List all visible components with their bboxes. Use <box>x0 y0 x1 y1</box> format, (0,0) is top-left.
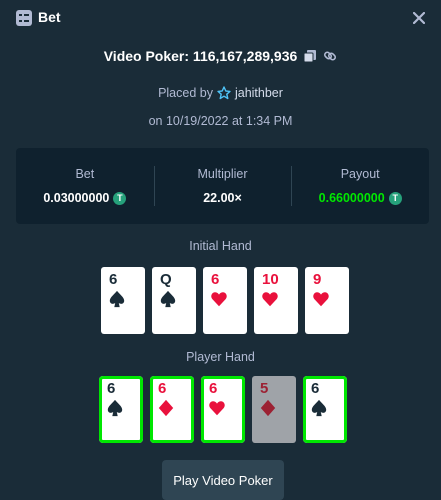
card-rank: 9 <box>313 271 322 288</box>
player-hand-label: Player Hand <box>186 350 255 364</box>
bet-stats-panel: Bet 0.03000000 T Multiplier 22.00× Payou… <box>16 148 429 224</box>
payout-value-row: 0.66000000 T <box>319 191 402 205</box>
heart-suit-icon <box>210 290 228 308</box>
spade-suit-icon <box>159 290 177 308</box>
card-rank: 6 <box>209 380 218 397</box>
playing-card: Q <box>152 267 196 334</box>
playing-card: 5 <box>252 376 296 443</box>
playing-card: 6 <box>303 376 347 443</box>
close-icon[interactable] <box>409 8 429 28</box>
modal-title: Bet <box>38 9 61 25</box>
playing-card: 6 <box>203 267 247 334</box>
stat-multiplier: Multiplier 22.00× <box>153 148 292 224</box>
play-video-poker-button[interactable]: Play Video Poker <box>162 460 284 500</box>
playing-card: 6 <box>201 376 245 443</box>
bet-value: 0.03000000 <box>43 191 110 205</box>
stat-payout: Payout 0.66000000 T <box>291 148 429 224</box>
diamond-suit-icon <box>259 399 277 417</box>
playing-card: 9 <box>305 267 349 334</box>
game-id-line: Video Poker: 116,167,289,936 <box>0 48 441 64</box>
bet-label: Bet <box>75 167 95 181</box>
multiplier-value: 22.00× <box>203 191 242 205</box>
spade-suit-icon <box>310 399 328 417</box>
tether-coin-icon: T <box>388 191 402 205</box>
tether-coin-icon: T <box>113 191 127 205</box>
card-rank: 5 <box>260 380 269 397</box>
copy-icon[interactable] <box>303 49 317 63</box>
playing-card: 6 <box>150 376 194 443</box>
card-rank: 6 <box>107 380 116 397</box>
link-icon[interactable] <box>323 49 337 63</box>
heart-suit-icon <box>208 399 226 417</box>
modal-header: Bet <box>0 0 441 36</box>
bet-list-icon <box>16 10 32 26</box>
star-badge-icon <box>217 86 231 100</box>
payout-value: 0.66000000 <box>318 191 385 205</box>
card-rank: 6 <box>311 380 320 397</box>
stat-bet: Bet 0.03000000 T <box>16 148 154 224</box>
multiplier-label: Multiplier <box>197 167 248 181</box>
heart-suit-icon <box>312 290 330 308</box>
playing-card: 6 <box>99 376 143 443</box>
playing-card: 6 <box>101 267 145 334</box>
bet-date: on 10/19/2022 at 1:34 PM <box>148 114 293 128</box>
heart-suit-icon <box>261 290 279 308</box>
diamond-suit-icon <box>157 399 175 417</box>
game-id-title: Video Poker: 116,167,289,936 <box>103 48 298 64</box>
card-rank: 6 <box>109 271 118 288</box>
playing-card: 10 <box>254 267 298 334</box>
username-link[interactable]: jahithber <box>235 86 283 100</box>
card-rank: 6 <box>158 380 167 397</box>
placed-by-label: Placed by <box>158 86 213 100</box>
spade-suit-icon <box>106 399 124 417</box>
card-rank: 6 <box>211 271 220 288</box>
bet-value-row: 0.03000000 T <box>43 191 127 205</box>
card-rank: Q <box>160 271 172 288</box>
player-hand-cards: 6 6 6 5 6 <box>99 376 347 443</box>
initial-hand-label: Initial Hand <box>189 239 252 253</box>
placed-by-line: Placed by jahithber <box>0 86 441 100</box>
initial-hand-cards: 6 Q 6 10 9 <box>101 267 349 334</box>
spade-suit-icon <box>108 290 126 308</box>
card-rank: 10 <box>262 271 279 288</box>
payout-label: Payout <box>340 167 380 181</box>
